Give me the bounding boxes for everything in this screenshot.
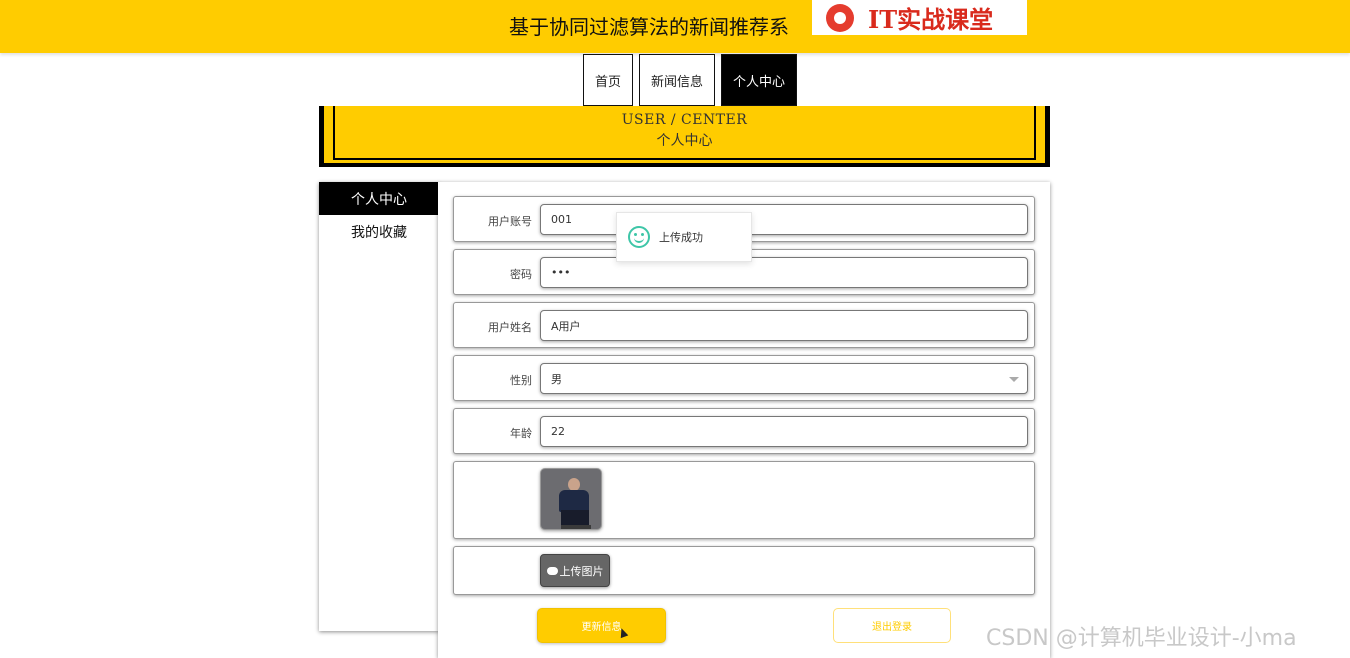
- password-input[interactable]: •••: [540, 257, 1028, 288]
- age-input[interactable]: 22: [540, 416, 1028, 447]
- success-toast: 上传成功: [616, 212, 752, 262]
- logout-button[interactable]: 退出登录: [833, 608, 951, 643]
- form-row-upload: 上传图片: [453, 546, 1035, 595]
- upload-button-label: 上传图片: [559, 564, 604, 578]
- upload-image-button[interactable]: 上传图片: [540, 554, 610, 587]
- name-label: 用户姓名: [488, 321, 532, 334]
- update-info-button[interactable]: 更新信息: [537, 608, 666, 643]
- account-input[interactable]: 001: [540, 204, 1028, 235]
- gender-select[interactable]: 男: [540, 363, 1028, 394]
- form-row-avatar: [453, 461, 1035, 539]
- form-row-gender: 性别 男: [453, 355, 1035, 401]
- account-label: 用户账号: [488, 215, 532, 228]
- age-label: 年龄: [510, 427, 532, 440]
- nav-news[interactable]: 新闻信息: [639, 54, 716, 106]
- banner-title-cn: 个人中心: [656, 133, 713, 149]
- top-header: 基于协同过滤算法的新闻推荐系 IT实战课堂: [0, 0, 1350, 53]
- avatar: [540, 468, 602, 530]
- sidebar-item-user-center[interactable]: 个人中心: [319, 182, 439, 215]
- chevron-down-icon: [1009, 377, 1019, 382]
- form-row-age: 年龄 22: [453, 408, 1035, 454]
- chrome-logo-icon: [826, 3, 854, 32]
- gender-label: 性别: [510, 374, 532, 387]
- watermark: CSDN @计算机毕业设计-小ma: [986, 626, 1297, 651]
- password-label: 密码: [510, 268, 532, 281]
- sidebar-item-favorites[interactable]: 我的收藏: [319, 215, 439, 248]
- form-row-name: 用户姓名 A用户: [453, 302, 1035, 348]
- toast-message: 上传成功: [659, 231, 703, 244]
- banner-title-en: USER / CENTER: [621, 112, 748, 128]
- site-title: 基于协同过滤算法的新闻推荐系: [509, 15, 789, 39]
- logo-text: IT实战课堂: [868, 5, 994, 34]
- section-banner: USER / CENTER 个人中心: [319, 106, 1050, 167]
- smile-icon: [628, 226, 650, 248]
- nav-home[interactable]: 首页: [583, 54, 634, 106]
- logo: IT实战课堂: [812, 0, 1027, 35]
- gender-value: 男: [551, 372, 562, 386]
- nav-user-center[interactable]: 个人中心: [721, 54, 798, 106]
- sidebar: 个人中心 我的收藏: [319, 182, 439, 631]
- name-input[interactable]: A用户: [540, 310, 1028, 341]
- cloud-upload-icon: [546, 566, 558, 575]
- main-nav: 首页 新闻信息 个人中心: [583, 54, 798, 106]
